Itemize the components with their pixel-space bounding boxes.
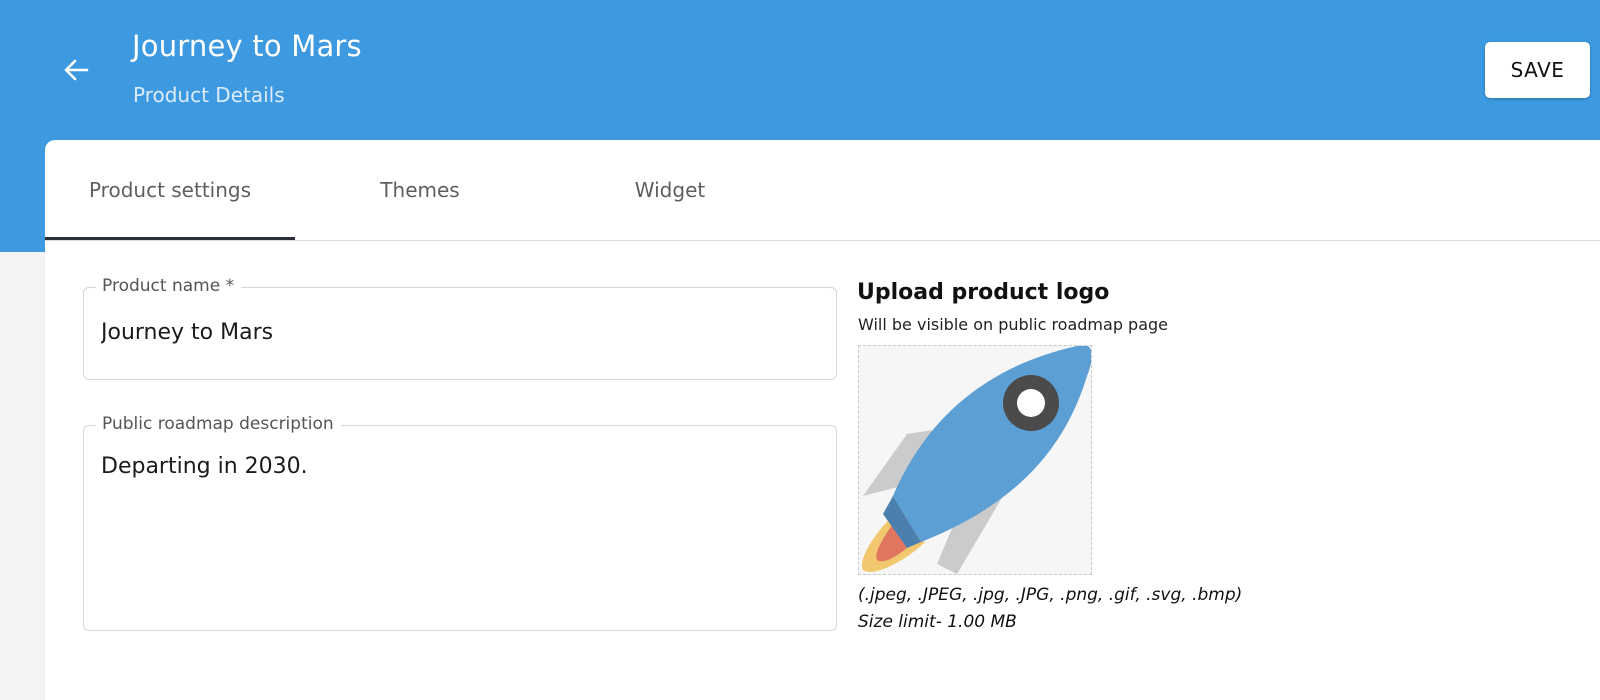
page-title: Journey to Mars xyxy=(132,29,362,63)
tab-themes[interactable]: Themes xyxy=(295,140,545,240)
product-name-label: Product name * xyxy=(96,276,242,296)
product-name-field: Product name * xyxy=(83,276,837,380)
allowed-formats-text: (.jpeg, .JPEG, .jpg, .JPG, .png, .gif, .… xyxy=(858,585,1243,605)
product-name-input[interactable] xyxy=(101,310,811,354)
upload-logo-subtitle: Will be visible on public roadmap page xyxy=(858,315,1169,334)
logo-upload-dropzone[interactable] xyxy=(858,345,1092,575)
size-limit-text: Size limit- 1.00 MB xyxy=(858,612,1017,632)
roadmap-description-input[interactable]: Departing in 2030. xyxy=(101,452,813,612)
tab-bar: Product settings Themes Widget xyxy=(45,140,1600,241)
save-button[interactable]: SAVE xyxy=(1485,42,1590,98)
settings-card: Product settings Themes Widget Product n… xyxy=(45,140,1600,700)
rocket-icon xyxy=(861,346,1091,574)
upload-logo-title: Upload product logo xyxy=(857,280,1110,305)
roadmap-description-field: Public roadmap description Departing in … xyxy=(83,414,837,631)
page-subtitle: Product Details xyxy=(133,83,285,107)
tab-product-settings[interactable]: Product settings xyxy=(45,140,295,240)
tab-widget[interactable]: Widget xyxy=(545,140,795,240)
roadmap-description-label: Public roadmap description xyxy=(96,414,341,434)
back-button[interactable] xyxy=(58,52,94,88)
arrow-left-icon xyxy=(64,59,89,81)
active-tab-indicator xyxy=(45,237,295,240)
